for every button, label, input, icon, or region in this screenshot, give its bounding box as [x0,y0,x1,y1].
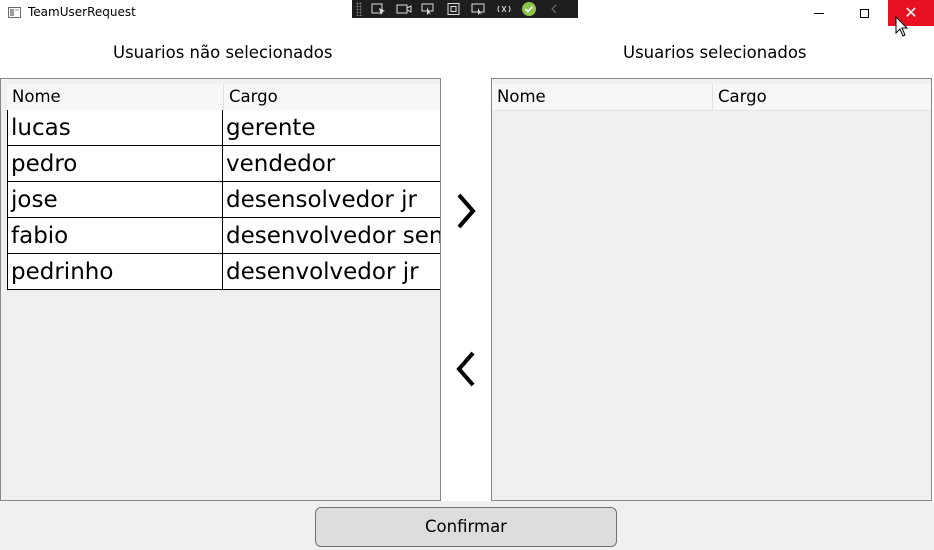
table-row[interactable]: jose desensolvedor jr [7,182,440,218]
grid-header: Nome Cargo [492,84,931,111]
grid-header: Nome Cargo [7,84,440,111]
chevron-left-icon [456,351,475,387]
move-right-button[interactable] [452,191,480,231]
cell-nome[interactable]: pedro [7,146,223,181]
table-row[interactable]: pedrinho desenvolvedor jr [7,254,440,290]
record-icon[interactable] [396,3,412,15]
cell-cargo[interactable]: vendedor [223,146,440,181]
column-header-cargo[interactable]: Cargo [713,84,931,110]
track-focus-icon[interactable] [471,3,487,15]
table-row[interactable]: fabio desenvolvedor senior [7,218,440,254]
column-header-nome[interactable]: Nome [7,84,224,110]
table-row[interactable]: pedro vendedor [7,146,440,182]
frame-icon[interactable] [446,3,462,15]
grid-rows: lucas gerente pedro vendedor jose desens… [7,110,440,290]
move-left-button[interactable] [452,349,480,389]
selected-users-grid[interactable]: Nome Cargo [491,78,932,501]
column-header-cargo[interactable]: Cargo [224,84,440,110]
check-icon[interactable] [521,2,537,16]
app-window-icon [8,7,21,18]
minimize-button[interactable] [796,0,842,26]
chevron-right-icon [457,193,476,229]
cell-cargo[interactable]: gerente [223,110,440,145]
toolbar-grip-icon[interactable] [356,2,362,16]
pointer-icon[interactable] [421,3,437,15]
window-title: TeamUserRequest [28,5,136,19]
maximize-button[interactable] [841,0,887,26]
table-row[interactable]: lucas gerente [7,110,440,146]
cell-cargo[interactable]: desenvolvedor senior [223,218,440,253]
maximize-icon [859,8,869,18]
cell-nome[interactable]: jose [7,182,223,217]
cell-nome[interactable]: fabio [7,218,223,253]
collapse-icon[interactable] [546,3,562,15]
column-header-nome[interactable]: Nome [492,84,713,110]
cell-cargo[interactable]: desenvolvedor jr [223,254,440,289]
unselected-users-grid[interactable]: Nome Cargo lucas gerente pedro vendedor … [0,78,441,501]
selected-users-heading: Usuarios selecionados [623,43,807,62]
confirm-button[interactable]: Confirmar [315,507,617,547]
debug-toolbar[interactable] [352,0,578,18]
cell-nome[interactable]: lucas [7,110,223,145]
hot-reload-icon[interactable] [496,3,512,15]
unselected-users-heading: Usuarios não selecionados [113,43,333,62]
minimize-icon [814,12,824,14]
select-element-icon[interactable] [371,3,387,15]
cell-cargo[interactable]: desensolvedor jr [223,182,440,217]
cell-nome[interactable]: pedrinho [7,254,223,289]
mouse-cursor-icon [895,16,909,37]
